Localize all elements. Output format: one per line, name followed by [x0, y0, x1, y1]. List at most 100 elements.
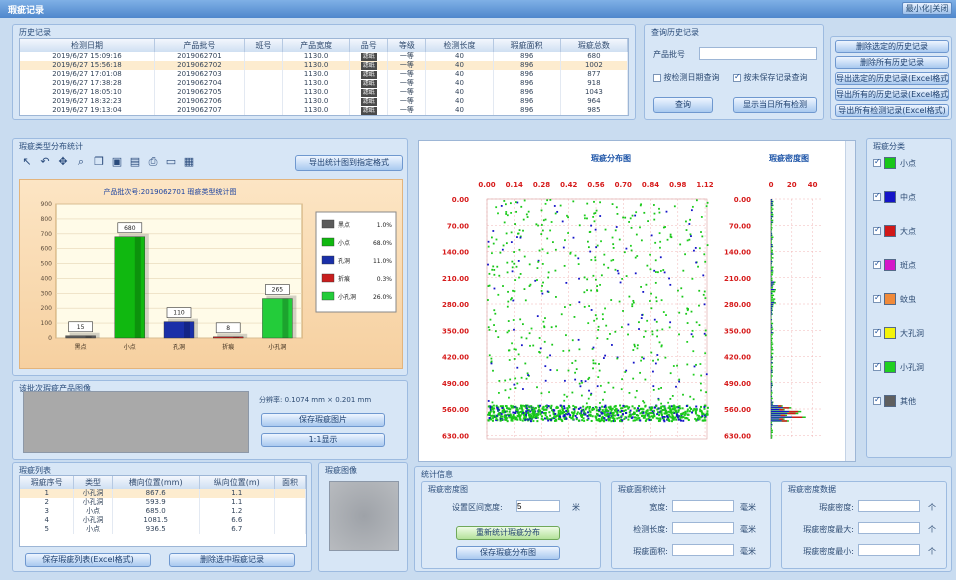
- history-col-header[interactable]: 瑕疵总数: [560, 39, 628, 52]
- defect-type-checkbox[interactable]: [873, 395, 881, 405]
- bar-legend-label: 黑点: [338, 221, 350, 229]
- delete-all-button[interactable]: 删除所有历史记录: [835, 56, 949, 69]
- defect-type-item[interactable]: 中点: [873, 191, 916, 207]
- defect-type-item[interactable]: 小孔洞: [873, 361, 924, 377]
- history-row[interactable]: 2019/6/27 18:32:23 2019062706 1130.0 滤纸 一等 40…: [20, 97, 628, 106]
- defect-image[interactable]: [329, 481, 399, 551]
- scatter-point: [706, 201, 709, 204]
- defect-list-row[interactable]: 5 小点 936.5 6.7: [20, 525, 306, 534]
- history-row[interactable]: 2019/6/27 15:56:18 2019062702 1130.0 滤纸 一等 40…: [20, 61, 628, 70]
- history-col-header[interactable]: 检测长度: [425, 39, 494, 52]
- scatter-point: [546, 417, 549, 420]
- defect-list-row[interactable]: 2 小孔洞 593.9 1.1: [20, 498, 306, 507]
- scatter-point: [691, 277, 694, 280]
- export-defect-list-button[interactable]: 保存瑕疵列表(Excel格式): [25, 553, 151, 567]
- scatter-point: [515, 265, 518, 268]
- defect-type-checkbox[interactable]: [873, 361, 881, 371]
- stat-value-field[interactable]: [858, 544, 920, 556]
- defect-type-checkbox[interactable]: [873, 191, 881, 201]
- defect-list-row[interactable]: 4 小孔洞 1081.5 6.6: [20, 516, 306, 525]
- history-row[interactable]: 2019/6/27 19:13:04 2019062707 1130.0 滤纸 一等 40…: [20, 106, 628, 115]
- defect-type-item[interactable]: 小点: [873, 157, 916, 173]
- defect-type-checkbox[interactable]: [873, 327, 881, 337]
- history-col-header[interactable]: 产品批号: [154, 39, 245, 52]
- stat-value-field[interactable]: [858, 500, 920, 512]
- move-icon[interactable]: ✥: [55, 154, 71, 170]
- today-button[interactable]: 显示当日所有检测: [733, 97, 817, 113]
- delete-defect-button[interactable]: 删除选中瑕疵记录: [169, 553, 295, 567]
- redisplay-distribution-button[interactable]: 重新统计瑕疵分布: [456, 526, 560, 540]
- defect-type-item[interactable]: 其他: [873, 395, 916, 411]
- check-unsaved-checkbox[interactable]: [733, 72, 741, 82]
- actual-size-button[interactable]: 1:1显示: [261, 433, 385, 447]
- print-icon[interactable]: ⎙: [145, 154, 161, 170]
- query-button[interactable]: 查询: [653, 97, 713, 113]
- defect-list-row[interactable]: 1 小孔洞 867.6 1.1: [20, 489, 306, 498]
- scatter-point: [545, 405, 548, 408]
- copy-icon[interactable]: ❐: [91, 154, 107, 170]
- scatter-x-tick: 0.56: [587, 181, 604, 189]
- grid-icon[interactable]: ▤: [127, 154, 143, 170]
- history-col-header[interactable]: 产品宽度: [282, 39, 351, 52]
- delete-selected-button[interactable]: 删除选定的历史记录: [835, 40, 949, 53]
- bar-data-label: 680: [124, 225, 136, 232]
- defect-type-item[interactable]: 大点: [873, 225, 916, 241]
- defect-list-col-header[interactable]: 类型: [73, 476, 113, 489]
- export-all-records-button[interactable]: 导出所有检测记录(Excel格式): [835, 104, 949, 117]
- stat-value-field[interactable]: [858, 522, 920, 534]
- defect-type-item[interactable]: 大孔洞: [873, 327, 924, 343]
- save-distribution-button[interactable]: 保存瑕疵分布图: [456, 546, 560, 560]
- stat-value-field[interactable]: [672, 500, 734, 512]
- defect-type-checkbox[interactable]: [873, 293, 881, 303]
- distribution-scrollbar[interactable]: [845, 141, 855, 461]
- history-col-header[interactable]: 瑕疵面积: [493, 39, 561, 52]
- density-bar: [771, 345, 773, 347]
- density-bar-segment: [771, 424, 773, 426]
- interval-input[interactable]: [516, 500, 560, 512]
- defect-type-checkbox[interactable]: [873, 157, 881, 167]
- history-col-header[interactable]: 品号: [349, 39, 389, 52]
- export-selected-button[interactable]: 导出选定的历史记录(Excel格式): [835, 72, 949, 85]
- stat-value-field[interactable]: [672, 544, 734, 556]
- window-controls[interactable]: 最小化|关闭: [902, 2, 952, 15]
- defect-list-col-header[interactable]: 瑕疵序号: [20, 476, 75, 489]
- defect-type-item[interactable]: 蚊虫: [873, 293, 916, 309]
- batch-input[interactable]: [699, 47, 817, 60]
- density-bar-segment: [771, 215, 773, 217]
- defect-type-item[interactable]: 斑点: [873, 259, 916, 275]
- history-row[interactable]: 2019/6/27 17:38:28 2019062704 1130.0 滤纸 一等 40…: [20, 79, 628, 88]
- scatter-point: [596, 337, 599, 340]
- scatter-point: [561, 409, 564, 412]
- check-date-checkbox[interactable]: [653, 73, 661, 82]
- defect-list-row[interactable]: 3 小点 685.0 1.2: [20, 507, 306, 516]
- defect-list-col-header[interactable]: 横向位置(mm): [112, 476, 200, 489]
- save-defect-image-button[interactable]: 保存瑕疵图片: [261, 413, 385, 427]
- defect-type-checkbox[interactable]: [873, 225, 881, 235]
- history-row[interactable]: 2019/6/27 17:01:08 2019062703 1130.0 滤纸 一等 40…: [20, 70, 628, 79]
- save-icon[interactable]: ▣: [109, 154, 125, 170]
- product-image[interactable]: [23, 391, 249, 453]
- scatter-point: [664, 412, 667, 415]
- undo-icon[interactable]: ↶: [37, 154, 53, 170]
- zoom-icon[interactable]: ⌕: [73, 154, 89, 170]
- preview-icon[interactable]: ▭: [163, 154, 179, 170]
- scatter-point: [675, 411, 678, 414]
- defect-type-checkbox[interactable]: [873, 259, 881, 269]
- history-row[interactable]: 2019/6/27 15:09:16 2019062701 1130.0 滤纸 一等 40…: [20, 52, 628, 61]
- history-col-header[interactable]: 班号: [244, 39, 284, 52]
- export-chart-button[interactable]: 导出统计图到指定格式: [295, 155, 403, 171]
- history-row[interactable]: 2019/6/27 18:05:10 2019062705 1130.0 滤纸 一等 40…: [20, 88, 628, 97]
- actions-panel: 删除选定的历史记录 删除所有历史记录 导出选定的历史记录(Excel格式) 导出…: [830, 36, 952, 120]
- export-all-history-button[interactable]: 导出所有的历史记录(Excel格式): [835, 88, 949, 101]
- scatter-point: [658, 232, 661, 235]
- check-unsaved-option[interactable]: 按未保存记录查询: [733, 72, 808, 83]
- history-col-header[interactable]: 检测日期: [20, 39, 155, 52]
- history-col-header[interactable]: 等级: [387, 39, 427, 52]
- defect-list-col-header[interactable]: 面积: [274, 476, 306, 489]
- check-date-option[interactable]: 按检测日期查询: [653, 72, 720, 83]
- stat-value-field[interactable]: [672, 522, 734, 534]
- pointer-icon[interactable]: ↖: [19, 154, 35, 170]
- export-icon[interactable]: ▦: [181, 154, 197, 170]
- defect-list-col-header[interactable]: 纵向位置(m): [199, 476, 275, 489]
- scatter-point: [505, 418, 508, 421]
